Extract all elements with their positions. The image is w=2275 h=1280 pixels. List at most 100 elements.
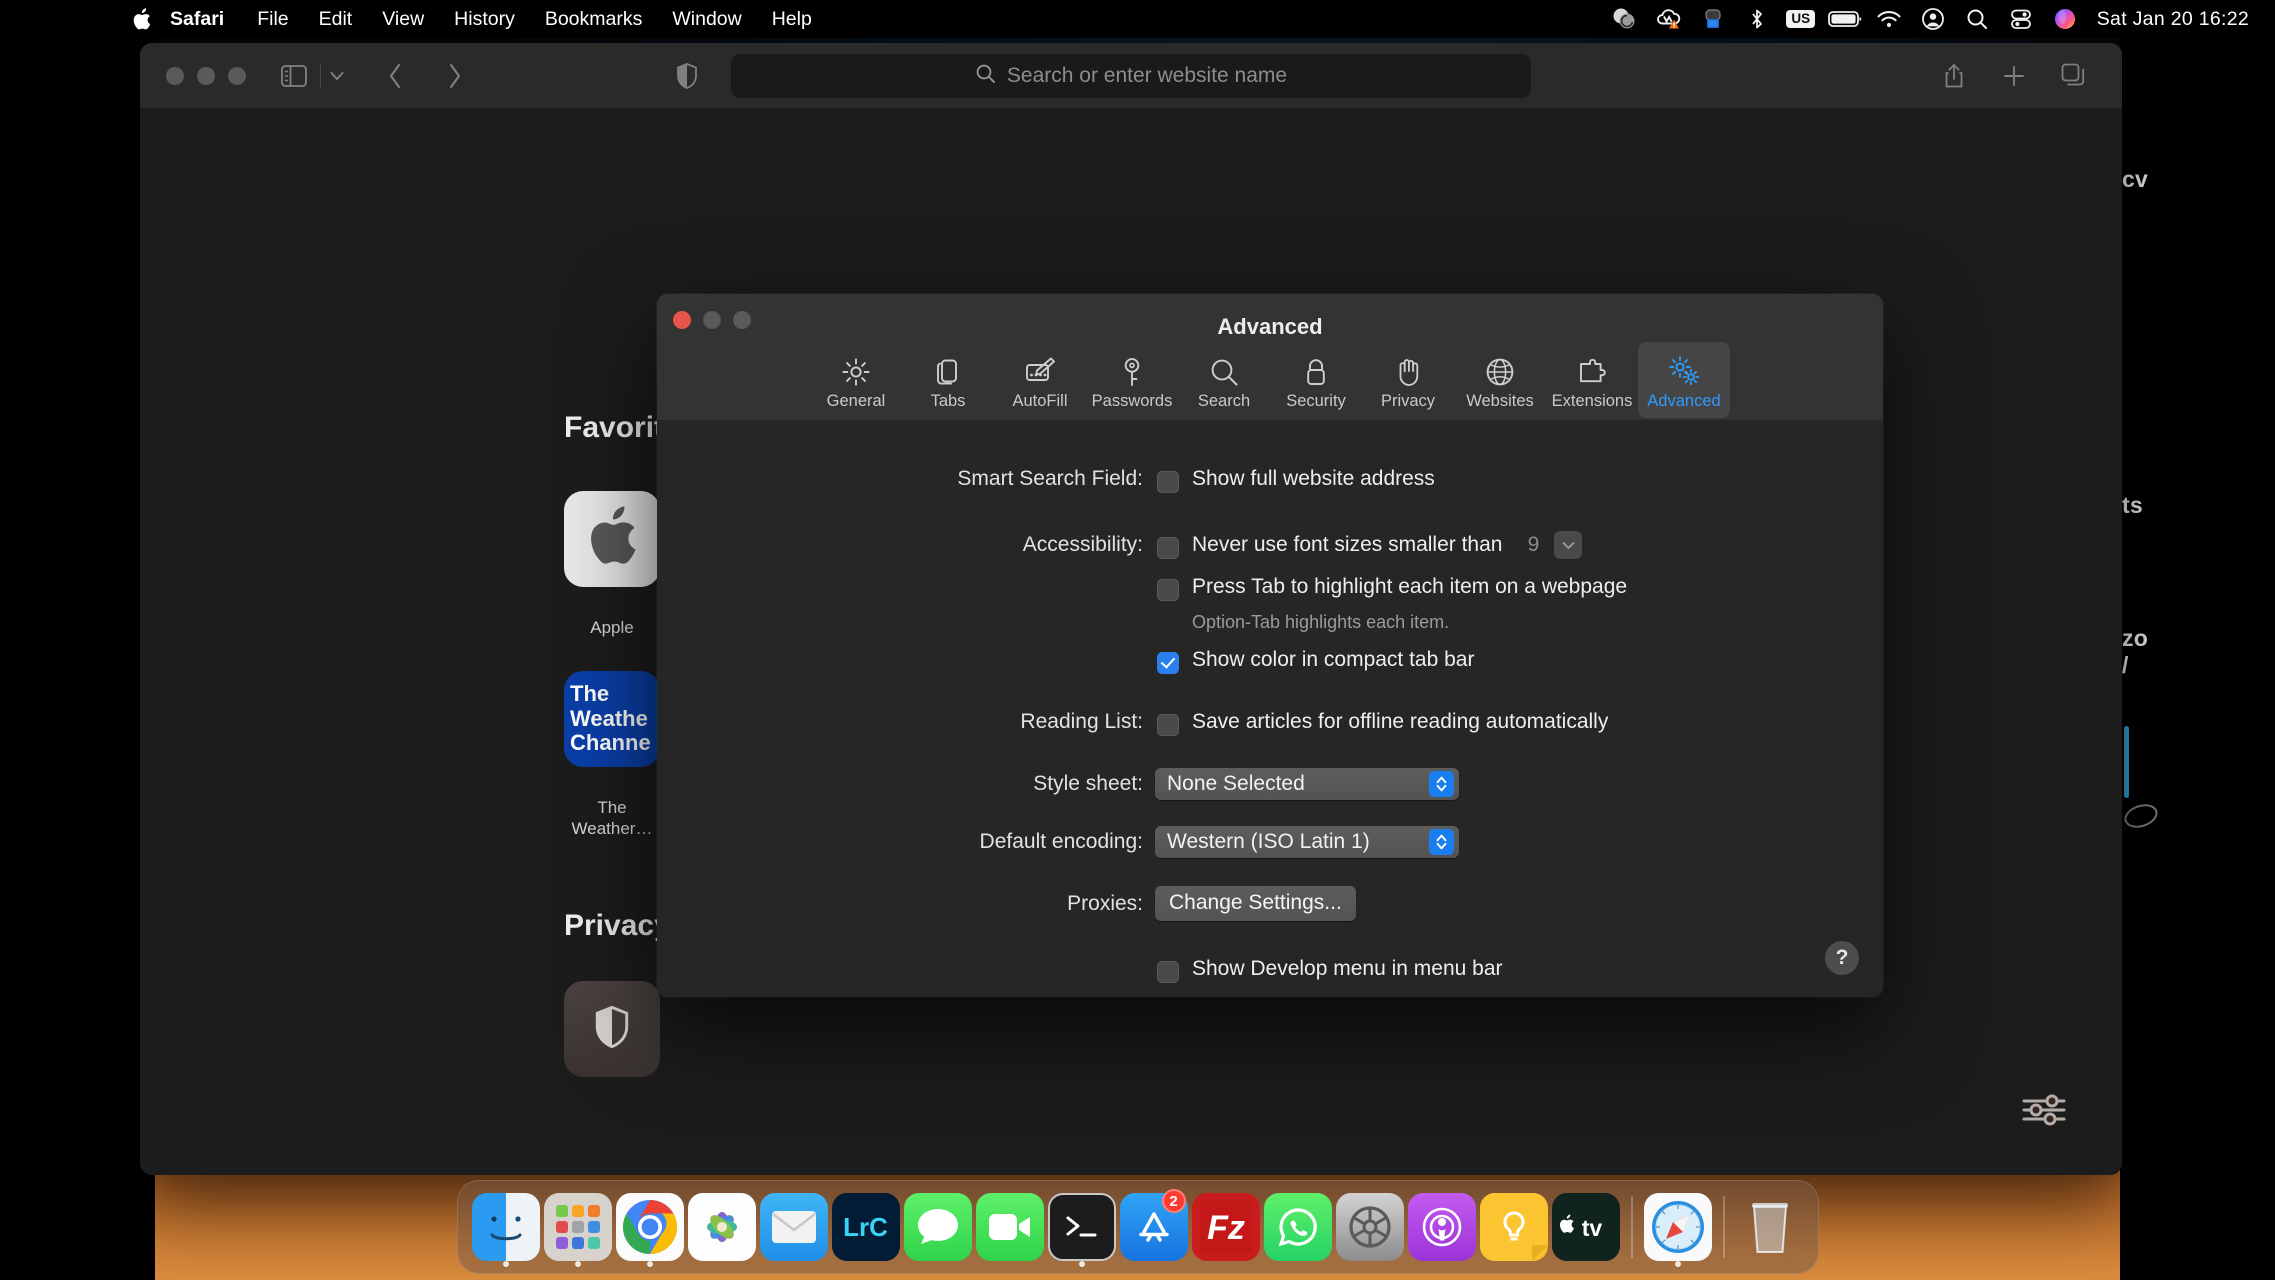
dock-item-messages[interactable] [902,1180,974,1274]
sidebar-toggle-icon[interactable] [272,54,316,98]
spotlight-search-icon[interactable] [1955,0,1999,38]
minimum-font-size-stepper[interactable]: 9 [1518,529,1583,561]
menu-item-view[interactable]: View [367,0,439,38]
show-color-compact-tab-bar-checkbox[interactable] [1157,651,1179,674]
dock-item-notes[interactable] [1478,1180,1550,1274]
favorite-tile-weather[interactable]: The Weathe Channe [564,671,660,767]
globe-icon [1485,349,1515,387]
safari-window-controls[interactable] [140,66,246,85]
dock-separator [1722,1196,1725,1258]
dock-item-podcasts[interactable] [1406,1180,1478,1274]
privacy-shield-icon[interactable] [665,54,709,98]
minimize-button[interactable] [197,66,215,85]
onedrive-warning-icon[interactable] [1647,0,1691,38]
dock-item-apple-tv[interactable]: tv [1550,1180,1622,1274]
battery-icon[interactable] [1823,0,1867,38]
tab-autofill[interactable]: AutoFill [994,342,1086,418]
tab-extensions[interactable]: Extensions [1546,342,1638,418]
share-icon[interactable] [1932,54,1976,98]
keyboard-input-icon[interactable]: US [1779,0,1823,38]
menu-item-bookmarks[interactable]: Bookmarks [530,0,658,38]
menu-item-safari[interactable]: Safari [158,0,242,38]
tab-advanced[interactable]: Advanced [1638,342,1730,418]
dock-item-photos[interactable] [686,1180,758,1274]
tab-tabs[interactable]: Tabs [902,342,994,418]
dock-item-terminal[interactable] [1046,1180,1118,1274]
dock-item-lightroom-classic[interactable]: LrC [830,1180,902,1274]
desktop-text-fragment: / [2122,652,2129,678]
menu-item-file[interactable]: File [242,0,303,38]
dropbox-sync-icon[interactable] [1603,0,1647,38]
address-bar-placeholder: Search or enter website name [1006,63,1288,87]
help-button[interactable]: ? [1825,941,1859,975]
address-bar[interactable]: Search or enter website name [731,53,1531,98]
dock-item-finder[interactable] [470,1180,542,1274]
default-encoding-select[interactable]: Western (ISO Latin 1) [1155,826,1459,858]
tab-passwords[interactable]: Passwords [1086,342,1178,418]
favorite-tile-apple[interactable] [564,491,660,587]
dock-item-chrome[interactable] [614,1180,686,1274]
menu-item-history[interactable]: History [439,0,530,38]
tab-privacy[interactable]: Privacy [1362,342,1454,418]
running-indicator [502,1261,509,1267]
style-sheet-select[interactable]: None Selected [1155,768,1459,800]
tab-security[interactable]: Security [1270,342,1362,418]
accessibility-label: Accessibility: [1022,533,1143,556]
privacy-report-tile[interactable] [564,981,660,1077]
dock-item-mail[interactable] [758,1180,830,1274]
app-store-badge: 2 [1161,1189,1186,1213]
tab-search[interactable]: Search [1178,342,1270,418]
tab-advanced-label: Advanced [1647,392,1721,410]
bluetooth-icon[interactable] [1735,0,1779,38]
menu-item-edit[interactable]: Edit [304,0,368,38]
select-arrows-icon [1429,829,1454,855]
dock-item-system-preferences[interactable] [1334,1180,1406,1274]
control-center-icon[interactable] [1999,0,2043,38]
dock-item-filezilla[interactable]: Fz [1190,1180,1262,1274]
close-button[interactable] [166,66,184,85]
dock-item-facetime[interactable] [974,1180,1046,1274]
minimum-font-size-value: 9 [1527,533,1540,556]
sliders-icon [2021,1093,2067,1132]
tab-websites[interactable]: Websites [1454,342,1546,418]
gear-icon [841,349,871,387]
apple-logo-icon[interactable] [128,0,154,38]
show-full-website-address-label: Show full website address [1192,467,1435,490]
zoom-button[interactable] [228,66,246,85]
running-indicator [646,1261,653,1267]
chevron-down-icon[interactable] [323,54,351,98]
wifi-icon[interactable] [1867,0,1911,38]
lightroom-label: LrC [843,1211,888,1242]
press-tab-highlight-checkbox[interactable] [1157,578,1179,601]
desktop-text-fragment: cv [2122,166,2148,192]
show-develop-menu-label: Show Develop menu in menu bar [1192,957,1503,980]
siri-icon[interactable] [2043,0,2087,38]
plus-icon[interactable] [1992,54,2036,98]
tab-overview-icon[interactable] [2052,54,2096,98]
never-use-font-sizes-checkbox[interactable] [1157,536,1179,559]
change-proxy-settings-button[interactable]: Change Settings... [1155,886,1356,921]
dock-item-launchpad[interactable] [542,1180,614,1274]
dock-item-whatsapp[interactable] [1262,1180,1334,1274]
backup-drive-icon[interactable] [1691,0,1735,38]
start-page-settings-button[interactable] [2016,1091,2072,1133]
dock-item-trash[interactable] [1734,1180,1806,1274]
chevron-right-icon[interactable] [433,54,477,98]
puzzle-piece-icon [1577,349,1607,387]
never-use-font-sizes-label: Never use font sizes smaller than [1192,533,1503,556]
gears-icon [1667,349,1701,387]
save-articles-offline-checkbox[interactable] [1157,713,1179,736]
menu-item-window[interactable]: Window [657,0,756,38]
tab-general[interactable]: General [810,342,902,418]
tab-passwords-label: Passwords [1091,392,1173,410]
dock-item-safari[interactable] [1642,1180,1714,1274]
show-full-website-address-checkbox[interactable] [1157,470,1179,493]
chevron-left-icon[interactable] [373,54,417,98]
show-develop-menu-checkbox[interactable] [1157,960,1179,983]
user-account-icon[interactable] [1911,0,1955,38]
search-icon [975,63,996,89]
dock-item-app-store[interactable]: 2 [1118,1180,1190,1274]
chevron-down-icon[interactable] [1554,531,1583,559]
menu-item-help[interactable]: Help [757,0,827,38]
menubar-clock[interactable]: Sat Jan 20 16:22 [2087,8,2253,31]
